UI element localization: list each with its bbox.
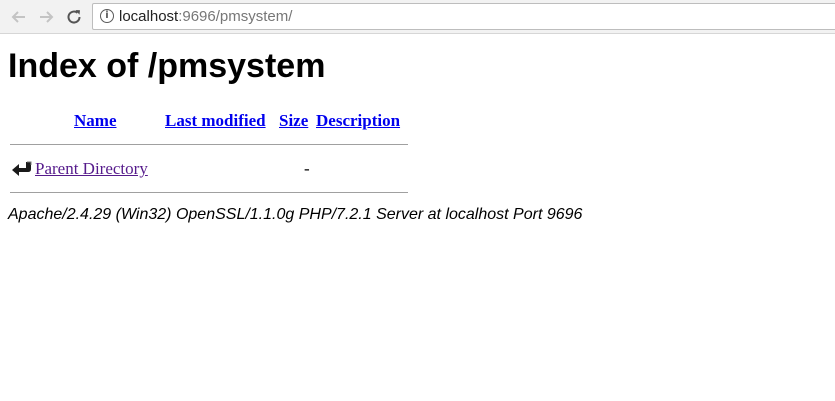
browser-toolbar: i localhost:9696/pmsystem/ [0,0,835,34]
directory-listing: Name Last modified Size Description Pare… [10,108,408,198]
header-divider [10,144,408,145]
url-text[interactable]: localhost:9696/pmsystem/ [119,8,292,25]
column-header-last-modified[interactable]: Last modified [165,111,266,131]
parent-directory-link[interactable]: Parent Directory [35,159,148,179]
page-title: Index of /pmsystem [8,47,326,85]
back-button[interactable] [8,6,30,28]
reload-button[interactable] [63,6,85,28]
reload-icon [67,10,81,24]
column-header-name[interactable]: Name [74,111,116,131]
column-header-size[interactable]: Size [279,111,308,131]
forward-button[interactable] [35,6,57,28]
footer-divider [10,192,408,193]
back-arrow-icon [11,159,33,183]
address-bar[interactable]: i localhost:9696/pmsystem/ [92,3,835,30]
column-header-description[interactable]: Description [316,111,400,131]
server-signature: Apache/2.4.29 (Win32) OpenSSL/1.1.0g PHP… [8,206,583,223]
url-path: :9696/pmsystem/ [178,8,293,25]
arrow-left-icon [11,11,25,23]
url-host: localhost [119,8,179,25]
info-icon[interactable]: i [100,9,114,23]
arrow-right-icon [40,11,54,23]
parent-directory-size: - [304,159,310,178]
